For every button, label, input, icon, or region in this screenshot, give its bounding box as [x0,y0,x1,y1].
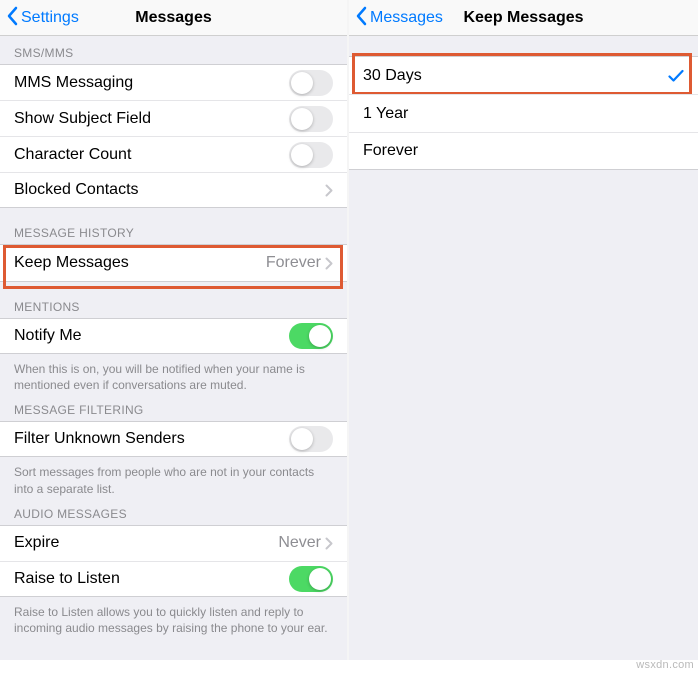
toggle-raise[interactable] [289,566,333,592]
nav-bar: Messages Keep Messages [349,0,698,36]
chevron-left-icon [6,6,21,31]
back-to-messages[interactable]: Messages [355,0,443,36]
chevron-left-icon [355,6,370,31]
toggle-mms[interactable] [289,70,333,96]
back-label: Messages [370,9,443,27]
checkmark-icon [668,69,684,83]
row-expire[interactable]: Expire Never [0,525,347,561]
page-title: Keep Messages [463,9,583,27]
section-header-filtering: MESSAGE FILTERING [0,393,347,421]
option-1-year[interactable]: 1 Year [349,94,698,132]
chevron-right-icon [325,537,333,550]
messages-settings-screen: Settings Messages SMS/MMS MMS Messaging … [0,0,349,660]
watermark: wsxdn.com [636,659,694,671]
section-footer-mentions: When this is on, you will be notified wh… [0,354,347,393]
row-keep-messages[interactable]: Keep Messages Forever [0,244,347,282]
row-detail: Forever [266,254,321,272]
row-show-subject-field[interactable]: Show Subject Field [0,100,347,136]
row-label: Raise to Listen [14,570,289,588]
option-30-days[interactable]: 30 Days [349,56,698,94]
option-label: 30 Days [363,67,668,85]
row-label: Character Count [14,146,289,164]
row-label: Filter Unknown Senders [14,430,289,448]
row-label: MMS Messaging [14,74,289,92]
row-detail: Never [278,534,321,552]
section-header-mentions: MENTIONS [0,282,347,318]
row-label: Show Subject Field [14,110,289,128]
toggle-filter[interactable] [289,426,333,452]
nav-bar: Settings Messages [0,0,347,36]
toggle-notify[interactable] [289,323,333,349]
page-title: Messages [135,9,212,27]
section-header-audio: AUDIO MESSAGES [0,497,347,525]
section-footer-audio: Raise to Listen allows you to quickly li… [0,597,347,636]
row-filter-unknown[interactable]: Filter Unknown Senders [0,421,347,457]
option-forever[interactable]: Forever [349,132,698,170]
back-to-settings[interactable]: Settings [6,0,79,36]
row-blocked-contacts[interactable]: Blocked Contacts [0,172,347,208]
row-raise-to-listen[interactable]: Raise to Listen [0,561,347,597]
toggle-charcount[interactable] [289,142,333,168]
option-label: Forever [363,142,684,160]
back-label: Settings [21,9,79,27]
section-header-history: MESSAGE HISTORY [0,208,347,244]
keep-messages-screen: Messages Keep Messages 30 Days 1 Year Fo… [349,0,698,660]
row-character-count[interactable]: Character Count [0,136,347,172]
chevron-right-icon [325,257,333,270]
row-label: Expire [14,534,278,552]
row-notify-me[interactable]: Notify Me [0,318,347,354]
option-label: 1 Year [363,105,684,123]
row-label: Blocked Contacts [14,181,325,199]
section-footer-filtering: Sort messages from people who are not in… [0,457,347,496]
row-label: Notify Me [14,327,289,345]
row-label: Keep Messages [14,254,266,272]
section-header-sms: SMS/MMS [0,36,347,64]
toggle-subject[interactable] [289,106,333,132]
chevron-right-icon [325,184,333,197]
row-mms-messaging[interactable]: MMS Messaging [0,64,347,100]
